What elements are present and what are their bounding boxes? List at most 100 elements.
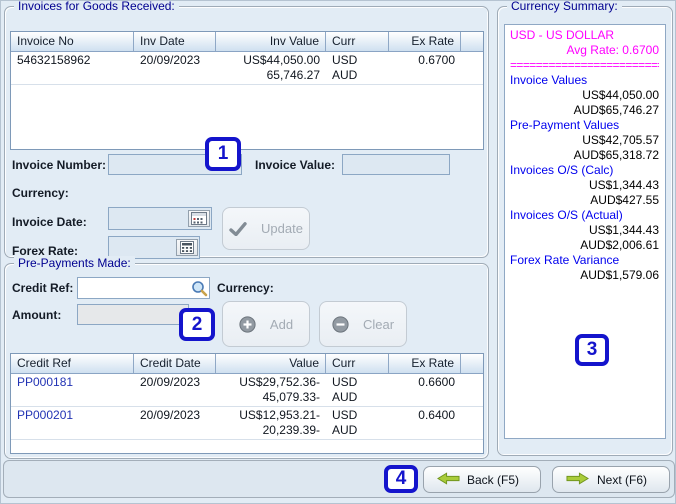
col-value[interactable]: Value bbox=[216, 354, 326, 373]
ex-rate-cell: 0.6700 bbox=[418, 53, 455, 67]
plus-circle-icon bbox=[239, 315, 256, 333]
callout-1: 1 bbox=[205, 137, 241, 171]
empty-cell bbox=[461, 374, 483, 406]
invoices-table-header: Invoice No Inv Date Inv Value Curr Ex Ra… bbox=[11, 32, 483, 52]
back-button[interactable]: Back (F5) bbox=[423, 466, 541, 493]
groupbox-currency-summary: Currency Summary: USD - US DOLLAR Avg Ra… bbox=[497, 1, 673, 456]
invoice-row[interactable]: 54632158962 20/09/2023 US$44,050.00 65,7… bbox=[11, 52, 483, 85]
invoices-table[interactable]: Invoice No Inv Date Inv Value Curr Ex Ra… bbox=[10, 31, 484, 150]
magnifier-icon bbox=[191, 280, 207, 296]
callout-3: 3 bbox=[575, 334, 609, 366]
clear-button[interactable]: Clear bbox=[319, 301, 407, 347]
next-arrow-icon bbox=[566, 471, 589, 488]
amount-label: Amount: bbox=[12, 308, 62, 322]
summary-group-label: Invoices O/S (Calc) bbox=[510, 163, 614, 177]
value-cell: US$12,953.21- 20,239.39- bbox=[216, 407, 326, 439]
prepayments-table-header: Credit Ref Credit Date Value Curr Ex Rat… bbox=[11, 354, 483, 374]
col-empty bbox=[461, 32, 483, 51]
inv-date-cell: 20/09/2023 bbox=[140, 53, 201, 67]
curr-aud: AUD bbox=[332, 423, 358, 437]
calculator-button[interactable] bbox=[176, 239, 198, 256]
curr-cell: USD AUD bbox=[326, 52, 389, 84]
summary-value: AUD$1,579.06 bbox=[580, 268, 659, 282]
summary-value: US$44,050.00 bbox=[582, 88, 659, 102]
invoice-value-input[interactable] bbox=[342, 154, 450, 175]
prepay-currency-label: Currency: bbox=[217, 281, 274, 295]
credit-ref-cell[interactable]: PP000201 bbox=[11, 407, 134, 439]
calendar-icon bbox=[191, 212, 207, 225]
summary-avg-rate: Avg Rate: 0.6700 bbox=[566, 43, 659, 57]
value-usd: US$29,752.36- bbox=[239, 375, 320, 389]
summary-currency-name: USD - US DOLLAR bbox=[510, 28, 615, 42]
inv-value-aud: 65,746.27 bbox=[266, 68, 320, 82]
currency-summary-panel: USD - US DOLLAR Avg Rate: 0.6700 =======… bbox=[504, 24, 666, 439]
add-button[interactable]: Add bbox=[222, 301, 310, 347]
empty-cell bbox=[461, 407, 483, 439]
value-usd: US$12,953.21- bbox=[239, 408, 320, 422]
amount-input[interactable] bbox=[77, 304, 189, 325]
calculator-icon bbox=[180, 241, 194, 254]
next-button-label: Next (F6) bbox=[596, 472, 647, 487]
groupbox-summary-title: Currency Summary: bbox=[507, 1, 622, 13]
clear-button-label: Clear bbox=[362, 316, 395, 332]
invoice-matching-window: Invoices for Goods Received: Invoice No … bbox=[0, 0, 676, 504]
update-button[interactable]: Update bbox=[222, 207, 310, 250]
invoice-number-label: Invoice Number: bbox=[12, 158, 107, 172]
calendar-button[interactable] bbox=[188, 210, 210, 227]
callout-4: 4 bbox=[384, 465, 418, 493]
summary-value: US$1,344.43 bbox=[588, 178, 659, 192]
next-button[interactable]: Next (F6) bbox=[552, 466, 670, 493]
credit-ref-label: Credit Ref: bbox=[12, 281, 74, 295]
minus-circle-icon bbox=[332, 315, 349, 333]
curr-cell: USD AUD bbox=[326, 407, 389, 439]
empty-cell bbox=[461, 52, 483, 84]
value-aud: 45,079.33- bbox=[262, 390, 320, 404]
col-inv-value[interactable]: Inv Value bbox=[216, 32, 326, 51]
groupbox-invoices-received: Invoices for Goods Received: Invoice No … bbox=[4, 1, 489, 259]
prepayment-row[interactable]: PP000201 20/09/2023 US$12,953.21- 20,239… bbox=[11, 407, 483, 440]
credit-ref-cell[interactable]: PP000181 bbox=[11, 374, 134, 406]
groupbox-prepayments-title: Pre-Payments Made: bbox=[14, 256, 135, 270]
value-aud: 20,239.39- bbox=[262, 423, 320, 437]
col-curr[interactable]: Curr bbox=[326, 32, 389, 51]
invoice-date-field[interactable] bbox=[108, 207, 212, 230]
groupbox-prepayments: Pre-Payments Made: Credit Ref: Currency:… bbox=[4, 256, 489, 459]
back-arrow-icon bbox=[437, 471, 460, 488]
credit-date-cell: 20/09/2023 bbox=[140, 408, 201, 422]
summary-separator: ========================= bbox=[510, 58, 659, 72]
summary-value: AUD$65,746.27 bbox=[573, 103, 659, 117]
credit-date-cell: 20/09/2023 bbox=[140, 375, 201, 389]
value-cell: US$29,752.36- 45,079.33- bbox=[216, 374, 326, 406]
curr-usd: USD bbox=[332, 375, 358, 389]
col-ex-rate[interactable]: Ex Rate bbox=[389, 354, 461, 373]
credit-ref-search-button[interactable] bbox=[189, 278, 209, 298]
curr-usd: USD bbox=[332, 53, 358, 67]
col-empty bbox=[461, 354, 483, 373]
curr-aud: AUD bbox=[332, 68, 358, 82]
prepayments-table[interactable]: Credit Ref Credit Date Value Curr Ex Rat… bbox=[10, 353, 484, 454]
groupbox-invoices-title: Invoices for Goods Received: bbox=[14, 1, 179, 13]
summary-group-label: Invoices O/S (Actual) bbox=[510, 208, 623, 222]
col-invoice-no[interactable]: Invoice No bbox=[11, 32, 134, 51]
col-curr[interactable]: Curr bbox=[326, 354, 389, 373]
summary-group-label: Pre-Payment Values bbox=[510, 118, 620, 132]
col-credit-date[interactable]: Credit Date bbox=[134, 354, 216, 373]
summary-value: AUD$427.55 bbox=[590, 193, 659, 207]
currency-label: Currency: bbox=[12, 186, 69, 200]
col-inv-date[interactable]: Inv Date bbox=[134, 32, 216, 51]
update-button-label: Update bbox=[261, 221, 303, 236]
summary-value: US$42,705.57 bbox=[582, 133, 659, 147]
inv-value-cell: US$44,050.00 65,746.27 bbox=[216, 52, 326, 84]
checkmark-icon bbox=[229, 221, 247, 236]
curr-cell: USD AUD bbox=[326, 374, 389, 406]
col-credit-ref[interactable]: Credit Ref bbox=[11, 354, 134, 373]
col-ex-rate[interactable]: Ex Rate bbox=[389, 32, 461, 51]
prepayment-row[interactable]: PP000181 20/09/2023 US$29,752.36- 45,079… bbox=[11, 374, 483, 407]
summary-group-label: Forex Rate Variance bbox=[510, 253, 620, 267]
summary-group-label: Invoice Values bbox=[510, 73, 588, 87]
ex-rate-cell: 0.6600 bbox=[418, 375, 455, 389]
curr-aud: AUD bbox=[332, 390, 358, 404]
summary-value: AUD$65,318.72 bbox=[573, 148, 659, 162]
credit-ref-field[interactable] bbox=[77, 277, 210, 299]
invoice-date-label: Invoice Date: bbox=[12, 215, 87, 229]
